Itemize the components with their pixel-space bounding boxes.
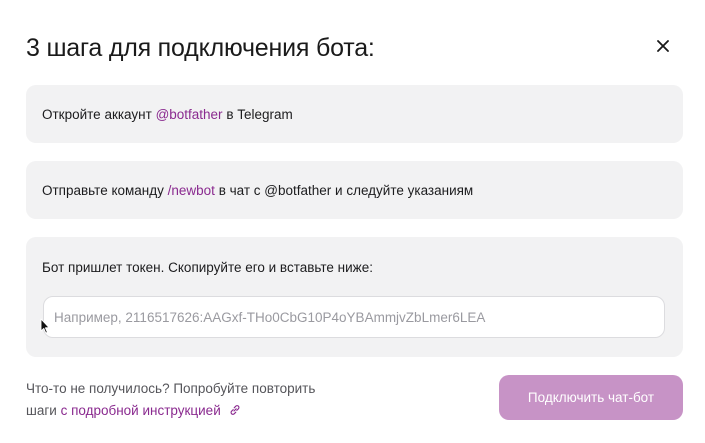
step-2-card: Отправьте команду /newbot в чат с @botfa… <box>26 161 683 219</box>
step-1-text-after: в Telegram <box>222 107 293 122</box>
step-3-card: Бот пришлет токен. Скопируйте его и вста… <box>26 237 683 357</box>
connect-bot-button[interactable]: Подключить чат-бот <box>499 375 683 420</box>
step-2-text-after: в чат с @botfather и следуйте указаниям <box>214 183 474 198</box>
newbot-command[interactable]: /newbot <box>168 183 215 198</box>
link-icon[interactable] <box>229 404 241 416</box>
token-input[interactable] <box>43 296 665 338</box>
step-3-text: Бот пришлет токен. Скопируйте его и вста… <box>42 260 373 275</box>
connect-bot-modal: 3 шага для подключения бота: Откройте ак… <box>0 0 705 443</box>
step-2-text: Отправьте команду /newbot в чат с @botfa… <box>42 183 473 198</box>
step-1-card: Откройте аккаунт @botfather в Telegram <box>26 85 683 143</box>
step-1-text-before: Откройте аккаунт <box>42 107 156 122</box>
botfather-link[interactable]: @botfather <box>156 107 223 122</box>
mouse-pointer-icon <box>40 318 50 334</box>
step-2-text-before: Отправьте команду <box>42 183 168 198</box>
modal-title: 3 шага для подключения бота: <box>26 34 375 62</box>
help-text: Что-то не получилось? Попробуйте повтори… <box>26 378 315 422</box>
instructions-link[interactable]: с подробной инструкцией <box>61 403 221 418</box>
help-line-2: шаги с подробной инструкцией <box>26 400 315 422</box>
close-button[interactable] <box>651 34 675 58</box>
help-line-2-before: шаги <box>26 403 61 418</box>
step-1-text: Откройте аккаунт @botfather в Telegram <box>42 107 293 122</box>
help-line-1: Что-то не получилось? Попробуйте повтори… <box>26 381 316 396</box>
close-icon <box>657 40 669 52</box>
